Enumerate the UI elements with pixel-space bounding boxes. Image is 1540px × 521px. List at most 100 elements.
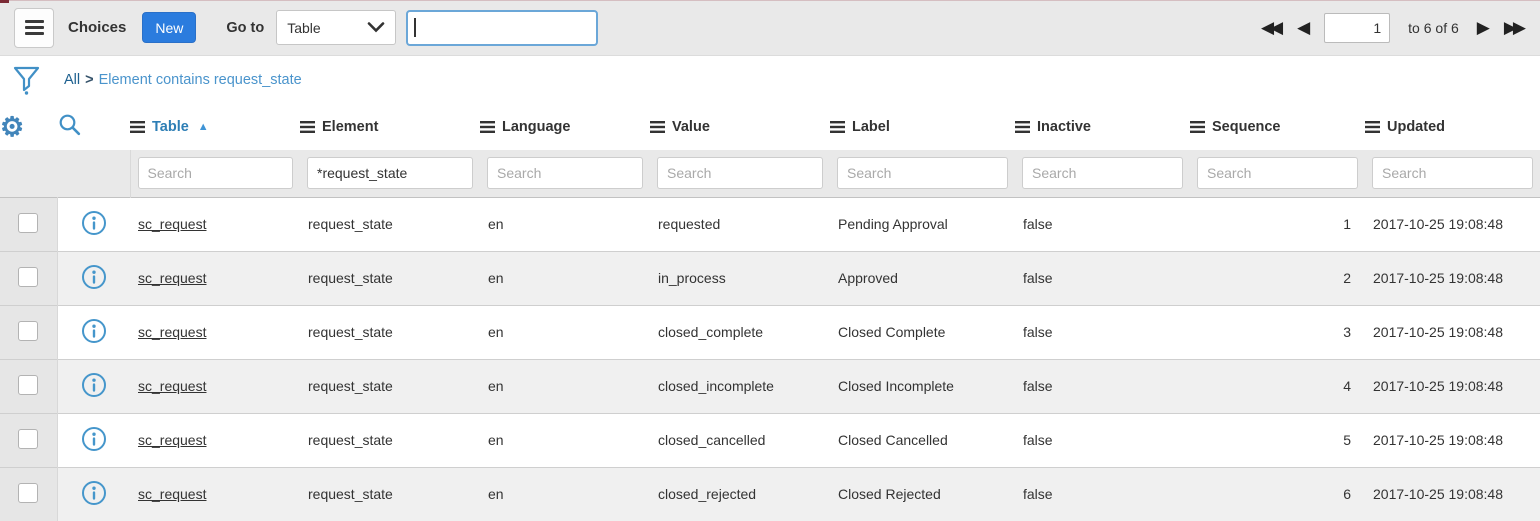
cell-element: request_state — [300, 467, 480, 521]
label-search-input[interactable] — [837, 157, 1008, 189]
row-checkbox[interactable] — [18, 267, 38, 287]
filter-funnel-icon[interactable] — [13, 66, 40, 95]
cell-label: Closed Incomplete — [830, 359, 1015, 413]
info-icon[interactable] — [81, 210, 107, 236]
column-header-language[interactable]: Language — [480, 104, 650, 150]
cell-sequence: 6 — [1190, 467, 1365, 521]
search-icon[interactable] — [57, 112, 82, 137]
column-header-table[interactable]: Table ▲ — [130, 104, 300, 150]
cell-table: sc_request — [130, 197, 300, 251]
info-icon[interactable] — [81, 480, 107, 506]
cell-sequence: 3 — [1190, 305, 1365, 359]
cell-inactive: false — [1015, 359, 1190, 413]
record-link[interactable]: sc_request — [138, 324, 206, 340]
cell-value: closed_cancelled — [650, 413, 830, 467]
row-checkbox[interactable] — [18, 213, 38, 233]
cell-element: request_state — [300, 305, 480, 359]
last-page-button[interactable]: ▶▶ — [1504, 19, 1526, 36]
cell-sequence: 5 — [1190, 413, 1365, 467]
window-edge-line — [0, 0, 1540, 1]
cell-inactive: false — [1015, 413, 1190, 467]
list-context-menu-button[interactable] — [14, 8, 54, 48]
record-link[interactable]: sc_request — [138, 378, 206, 394]
personalize-list-cell: ⚙ — [0, 104, 57, 150]
sort-ascending-icon: ▲ — [198, 121, 209, 133]
element-search-input[interactable] — [307, 157, 473, 189]
chevron-down-icon — [367, 22, 385, 33]
cell-language: en — [480, 359, 650, 413]
search-cell-value — [650, 150, 830, 197]
row-checkbox[interactable] — [18, 429, 38, 449]
row-checkbox[interactable] — [18, 483, 38, 503]
goto-field-selected-value: Table — [287, 20, 320, 36]
cell-element: request_state — [300, 413, 480, 467]
cell-language: en — [480, 251, 650, 305]
column-header-sequence[interactable]: Sequence — [1190, 104, 1365, 150]
cell-table: sc_request — [130, 305, 300, 359]
gear-icon[interactable]: ⚙ — [0, 112, 24, 142]
breadcrumb-condition-link[interactable]: Element contains request_state — [99, 72, 302, 88]
sequence-search-input[interactable] — [1197, 157, 1358, 189]
column-menu-icon — [1015, 121, 1030, 133]
row-select-cell — [0, 305, 57, 359]
record-link[interactable]: sc_request — [138, 432, 206, 448]
info-icon[interactable] — [81, 426, 107, 452]
previous-page-button[interactable]: ◀ — [1297, 19, 1310, 36]
updated-search-input[interactable] — [1372, 157, 1533, 189]
filter-breadcrumb-bar: All>Element contains request_state — [0, 56, 1540, 104]
search-cell-sequence — [1190, 150, 1365, 197]
column-header-value[interactable]: Value — [650, 104, 830, 150]
info-icon[interactable] — [81, 318, 107, 344]
cell-value: closed_rejected — [650, 467, 830, 521]
cell-element: request_state — [300, 359, 480, 413]
table-row: sc_request request_state en closed_cance… — [0, 413, 1540, 467]
cell-language: en — [480, 413, 650, 467]
list-search-cell — [57, 104, 130, 150]
cell-label: Approved — [830, 251, 1015, 305]
search-row-lead-cell — [0, 150, 130, 197]
row-info-cell — [57, 467, 130, 521]
row-checkbox[interactable] — [18, 375, 38, 395]
row-select-cell — [0, 197, 57, 251]
column-menu-icon — [130, 121, 145, 133]
info-icon[interactable] — [81, 372, 107, 398]
column-header-inactive[interactable]: Inactive — [1015, 104, 1190, 150]
cell-updated: 2017-10-25 19:08:48 — [1365, 413, 1540, 467]
column-header-label[interactable]: Label — [830, 104, 1015, 150]
hamburger-icon — [25, 20, 44, 35]
cell-value: requested — [650, 197, 830, 251]
cell-element: request_state — [300, 251, 480, 305]
goto-label: Go to — [226, 20, 264, 36]
next-page-button[interactable]: ▶ — [1477, 19, 1490, 36]
cell-language: en — [480, 467, 650, 521]
goto-field-select[interactable]: Table — [276, 10, 396, 45]
cell-sequence: 2 — [1190, 251, 1365, 305]
list-toolbar: Choices New Go to Table ◀◀ ◀ to 6 of 6 ▶… — [0, 0, 1540, 56]
choices-list-table: ⚙ Table ▲ Element — [0, 104, 1540, 521]
cell-element: request_state — [300, 197, 480, 251]
column-header-element[interactable]: Element — [300, 104, 480, 150]
cell-table: sc_request — [130, 467, 300, 521]
cell-updated: 2017-10-25 19:08:48 — [1365, 251, 1540, 305]
record-link[interactable]: sc_request — [138, 486, 206, 502]
cell-table: sc_request — [130, 359, 300, 413]
breadcrumb-all-link[interactable]: All — [64, 72, 80, 88]
table-row: sc_request request_state en closed_incom… — [0, 359, 1540, 413]
column-menu-icon — [300, 121, 315, 133]
value-search-input[interactable] — [657, 157, 823, 189]
current-row-input[interactable] — [1324, 13, 1390, 43]
new-record-button[interactable]: New — [142, 12, 196, 43]
language-search-input[interactable] — [487, 157, 643, 189]
first-page-button[interactable]: ◀◀ — [1261, 19, 1283, 36]
row-checkbox[interactable] — [18, 321, 38, 341]
record-link[interactable]: sc_request — [138, 216, 206, 232]
column-header-updated[interactable]: Updated — [1365, 104, 1540, 150]
table-search-input[interactable] — [138, 157, 294, 189]
goto-search-input[interactable] — [406, 10, 598, 46]
info-icon[interactable] — [81, 264, 107, 290]
row-select-cell — [0, 467, 57, 521]
inactive-search-input[interactable] — [1022, 157, 1183, 189]
record-link[interactable]: sc_request — [138, 270, 206, 286]
cell-updated: 2017-10-25 19:08:48 — [1365, 305, 1540, 359]
cell-value: closed_complete — [650, 305, 830, 359]
